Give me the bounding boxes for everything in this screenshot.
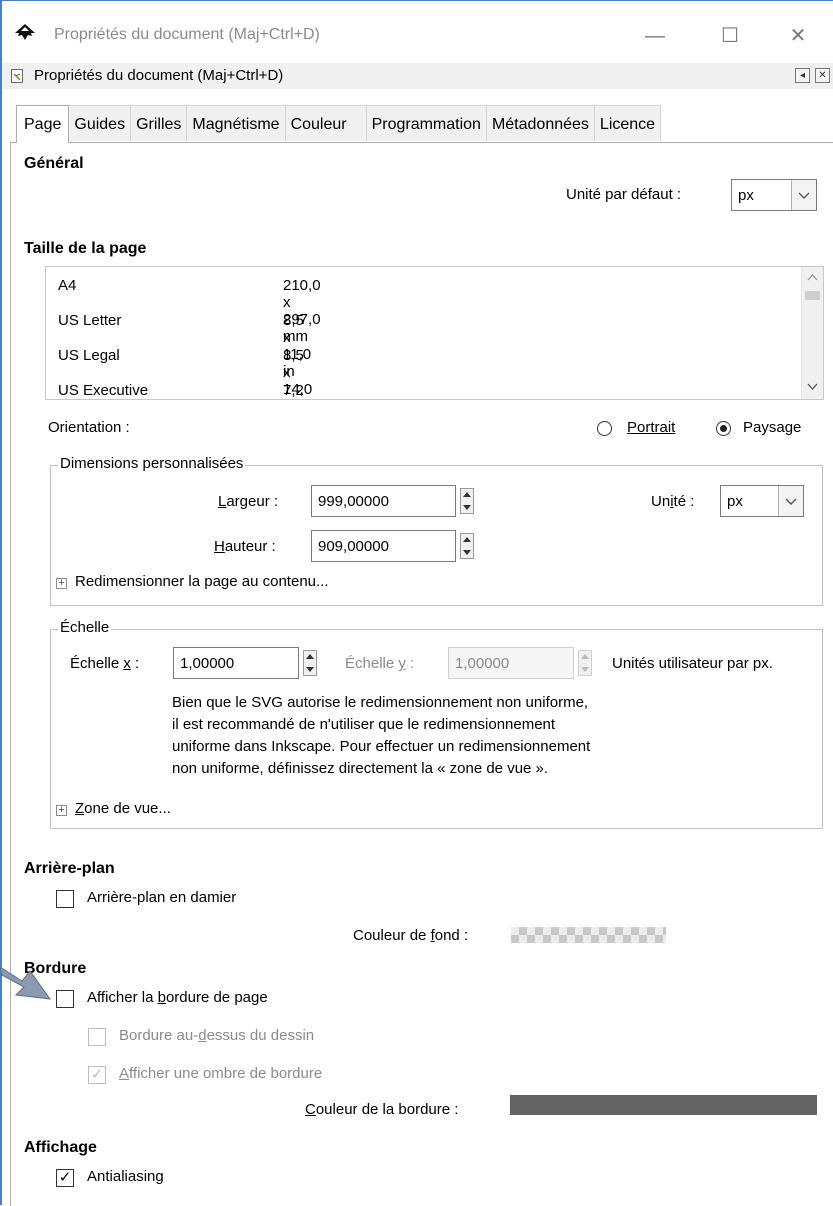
border-on-top-label: Bordure au-dessus du dessin	[119, 1027, 315, 1044]
chevron-down-icon	[778, 486, 803, 516]
unit-label: Unité :	[651, 493, 695, 510]
list-scrollbar[interactable]	[801, 267, 823, 399]
window-title: Propriétés du document (Maj+Ctrl+D)	[54, 26, 320, 43]
border-color-swatch[interactable]	[510, 1095, 817, 1115]
list-item[interactable]: US Letter 8,5 x 11,0 in	[58, 312, 311, 380]
resize-to-content-expander[interactable]: Redimensionner la page au contenu...	[75, 573, 329, 590]
default-unit-label: Unité par défaut :	[566, 186, 682, 203]
custom-dimensions-legend: Dimensions personnalisées	[58, 455, 246, 472]
tab-color[interactable]: Couleur	[284, 105, 367, 141]
close-button[interactable]: ✕	[775, 18, 821, 54]
width-label: Largeur :	[218, 493, 279, 510]
viewbox-expander[interactable]: Zone de vue...	[75, 800, 171, 817]
chevron-down-icon	[791, 180, 816, 210]
checkerboard-checkbox[interactable]	[56, 890, 74, 908]
maximize-button[interactable]: ☐	[707, 18, 753, 54]
scale-note-line: uniforme dans Inkscape. Pour effectuer u…	[172, 738, 591, 755]
pointer-arrow-icon	[0, 966, 52, 1000]
width-field[interactable]: 999,00000	[311, 485, 456, 517]
show-shadow-checkbox: ✓	[88, 1066, 106, 1084]
scroll-arrows-icon	[805, 274, 820, 390]
border-on-top-checkbox	[88, 1028, 106, 1046]
scale-y-label: Échelle y :	[345, 655, 415, 672]
antialiasing-checkbox[interactable]: ✓	[56, 1169, 74, 1187]
default-unit-select[interactable]: px	[731, 179, 817, 211]
height-label: Hauteur :	[214, 538, 276, 555]
height-field[interactable]: 909,00000	[311, 530, 456, 562]
background-heading: Arrière-plan	[24, 860, 115, 877]
list-item[interactable]: US Executive 7,2 x 10,5 in	[58, 382, 304, 399]
show-border-label[interactable]: Afficher la bordure de page	[87, 989, 268, 1006]
scale-x-label: Échelle x :	[70, 655, 140, 672]
tab-license[interactable]: Licence	[593, 105, 662, 141]
background-color-swatch[interactable]	[511, 927, 666, 943]
height-stepper[interactable]	[460, 533, 474, 559]
portrait-label[interactable]: Portrait	[627, 419, 675, 436]
tab-metadata[interactable]: Métadonnées	[485, 105, 595, 141]
scale-y-stepper	[578, 650, 592, 676]
tab-grids[interactable]: Grilles	[130, 105, 188, 141]
scale-x-stepper[interactable]	[303, 650, 317, 676]
tab-guides[interactable]: Guides	[68, 105, 132, 141]
page-size-list[interactable]: A4 210,0 x 297,0 mm US Letter 8,5 x 11,0…	[45, 266, 824, 400]
dock-header: Propriétés du document (Maj+Ctrl+D) ◂ ✕	[2, 63, 833, 89]
expand-icon[interactable]: +	[56, 805, 67, 816]
scale-note-line: il est recommandé de n'utiliser que le r…	[172, 716, 556, 733]
general-heading: Général	[24, 155, 84, 172]
unit-select[interactable]: px	[720, 485, 804, 517]
title-bar: Propriétés du document (Maj+Ctrl+D) — ☐ …	[2, 1, 833, 59]
tab-scripting[interactable]: Programmation	[365, 105, 487, 141]
scale-note-line: Bien que le SVG autorise le redimensionn…	[172, 694, 589, 711]
dock-close-button[interactable]: ✕	[815, 68, 830, 83]
page-size-heading: Taille de la page	[24, 240, 147, 257]
portrait-radio[interactable]	[597, 421, 612, 436]
scale-y-field: 1,00000	[448, 647, 574, 679]
landscape-label[interactable]: Paysage	[743, 419, 801, 436]
antialiasing-label[interactable]: Antialiasing	[87, 1168, 164, 1185]
tab-page[interactable]: Page	[16, 105, 70, 143]
dock-collapse-button[interactable]: ◂	[795, 68, 810, 83]
document-properties-icon	[11, 69, 23, 83]
landscape-radio[interactable]	[716, 421, 731, 436]
orientation-label: Orientation :	[48, 419, 130, 436]
default-unit-value: px	[738, 187, 754, 204]
width-stepper[interactable]	[460, 488, 474, 514]
display-heading: Affichage	[24, 1139, 97, 1156]
border-color-label: Couleur de la bordure :	[305, 1101, 459, 1118]
tab-bar: Page Guides Grilles Magnétisme Couleur P…	[16, 105, 662, 143]
minimize-button[interactable]: —	[632, 18, 678, 54]
inkscape-icon	[15, 24, 35, 40]
scale-note-line: non uniforme, définissez directement la …	[172, 760, 549, 777]
list-item[interactable]: A4 210,0 x 297,0 mm	[58, 277, 321, 345]
background-color-label: Couleur de fond :	[353, 927, 469, 944]
expand-icon[interactable]: +	[56, 578, 67, 589]
show-shadow-label: Afficher une ombre de bordure	[119, 1065, 323, 1082]
dock-title: Propriétés du document (Maj+Ctrl+D)	[34, 67, 284, 84]
user-units-label: Unités utilisateur par px.	[612, 655, 773, 672]
scale-x-field[interactable]: 1,00000	[173, 647, 299, 679]
unit-value: px	[727, 493, 743, 510]
scale-legend: Échelle	[58, 619, 112, 636]
checkerboard-label[interactable]: Arrière-plan en damier	[87, 889, 236, 906]
tab-snapping[interactable]: Magnétisme	[186, 105, 286, 141]
list-item[interactable]: US Legal 8,5 x 14,0 in	[58, 347, 312, 399]
